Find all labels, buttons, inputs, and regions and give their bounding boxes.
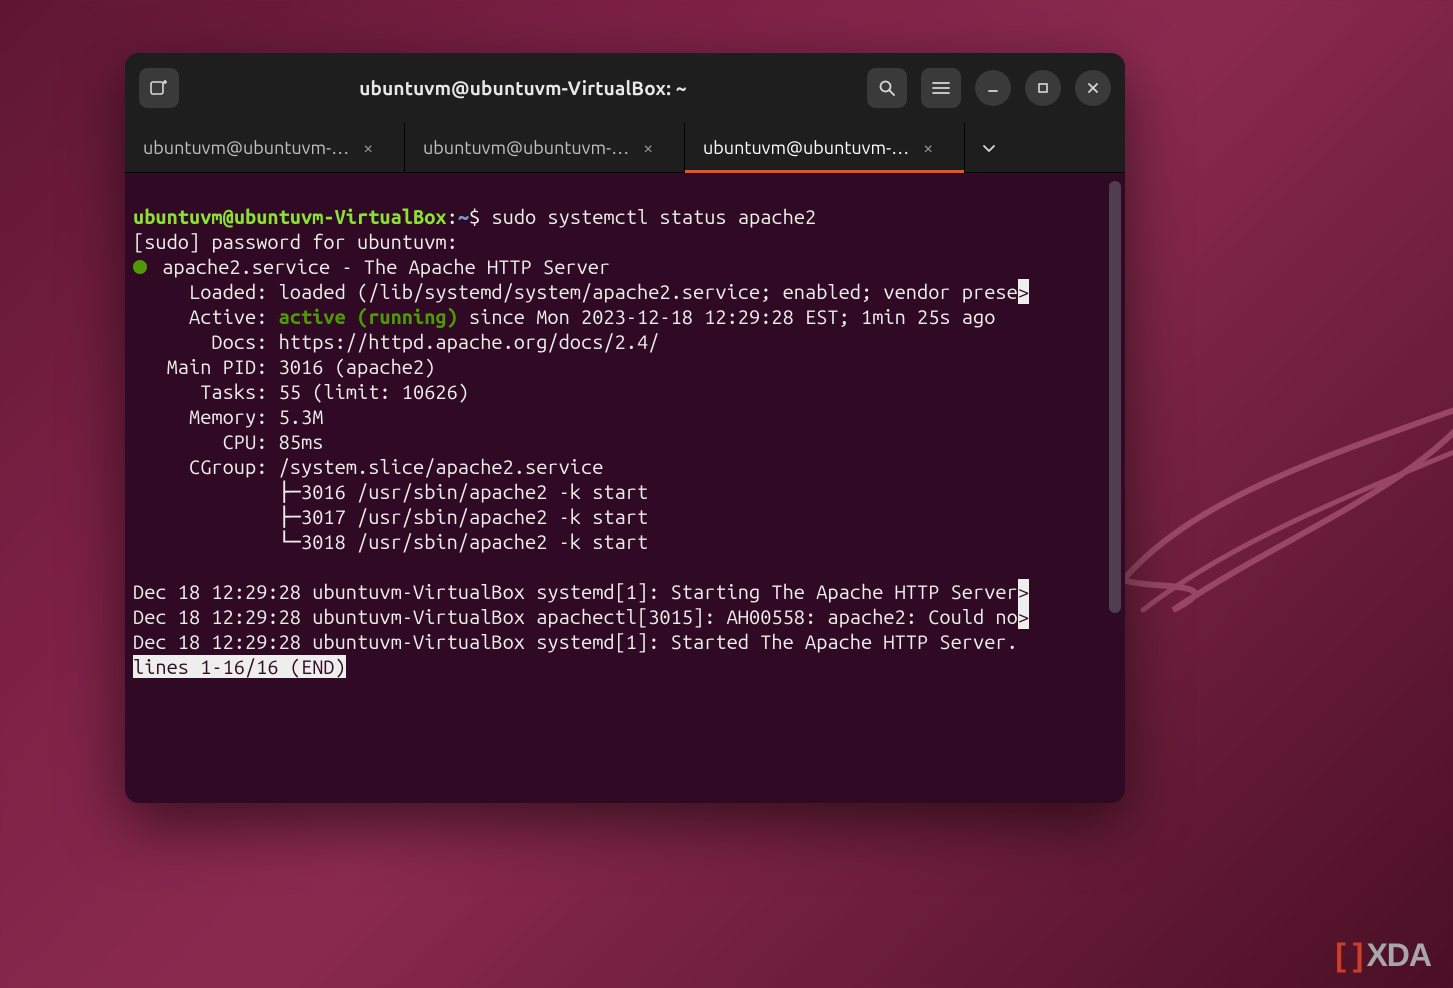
tab-close-button[interactable]: × bbox=[923, 138, 933, 158]
pager-status: lines 1-16/16 (END) bbox=[133, 655, 346, 678]
maximize-button[interactable] bbox=[1025, 70, 1061, 106]
minimize-icon bbox=[986, 81, 1000, 95]
titlebar: ubuntuvm@ubuntuvm-VirtualBox: ~ bbox=[125, 53, 1125, 123]
memory-line: Memory: 5.3M bbox=[133, 405, 323, 428]
watermark-bracket-icon: [ ] bbox=[1335, 937, 1362, 974]
status-dot-icon bbox=[133, 260, 147, 274]
service-header: apache2.service - The Apache HTTP Server bbox=[151, 255, 610, 278]
truncation-marker: > bbox=[1018, 279, 1029, 304]
hamburger-menu-button[interactable] bbox=[921, 68, 961, 108]
terminal-window: ubuntuvm@ubuntuvm-VirtualBox: ~ ubuntuvm… bbox=[125, 53, 1125, 803]
tab-overflow-button[interactable] bbox=[965, 123, 1013, 172]
process-line: └─3018 /usr/sbin/apache2 -k start bbox=[133, 530, 648, 553]
tab-label: ubuntuvm@ubuntuvm-… bbox=[703, 138, 909, 158]
cgroup-line: CGroup: /system.slice/apache2.service bbox=[133, 455, 603, 478]
truncation-marker: > bbox=[1018, 604, 1029, 629]
main-pid-line: Main PID: 3016 (apache2) bbox=[133, 355, 435, 378]
cpu-line: CPU: 85ms bbox=[133, 430, 323, 453]
minimize-button[interactable] bbox=[975, 70, 1011, 106]
tab-2[interactable]: ubuntuvm@ubuntuvm-… × bbox=[685, 123, 965, 172]
close-icon bbox=[1086, 81, 1100, 95]
close-button[interactable] bbox=[1075, 70, 1111, 106]
tab-1[interactable]: ubuntuvm@ubuntuvm-… × bbox=[405, 123, 685, 172]
sudo-password-prompt: [sudo] password for ubuntuvm: bbox=[133, 230, 458, 253]
search-icon bbox=[878, 79, 896, 97]
command-text: sudo systemctl status apache2 bbox=[491, 205, 816, 228]
log-line: Dec 18 12:29:28 ubuntuvm-VirtualBox syst… bbox=[133, 580, 1018, 603]
watermark: [ ] XDA bbox=[1335, 937, 1431, 974]
tab-label: ubuntuvm@ubuntuvm-… bbox=[423, 138, 629, 158]
chevron-down-icon bbox=[981, 140, 997, 156]
loaded-line: Loaded: loaded (/lib/systemd/system/apac… bbox=[133, 280, 1018, 303]
terminal-scrollbar[interactable] bbox=[1109, 181, 1121, 613]
prompt-path: ~ bbox=[458, 205, 469, 228]
watermark-text: XDA bbox=[1366, 937, 1431, 974]
terminal-text: ubuntuvm@ubuntuvm-VirtualBox:~$ sudo sys… bbox=[125, 173, 1125, 803]
tab-label: ubuntuvm@ubuntuvm-… bbox=[143, 138, 349, 158]
docs-line: Docs: https://httpd.apache.org/docs/2.4/ bbox=[133, 330, 659, 353]
tab-bar: ubuntuvm@ubuntuvm-… × ubuntuvm@ubuntuvm-… bbox=[125, 123, 1125, 173]
tab-close-button[interactable]: × bbox=[363, 138, 373, 158]
wallpaper-accent bbox=[1113, 380, 1453, 640]
log-line: Dec 18 12:29:28 ubuntuvm-VirtualBox apac… bbox=[133, 605, 1018, 628]
maximize-icon bbox=[1036, 81, 1050, 95]
tab-0[interactable]: ubuntuvm@ubuntuvm-… × bbox=[125, 123, 405, 172]
new-tab-button[interactable] bbox=[139, 68, 179, 108]
process-line: ├─3017 /usr/sbin/apache2 -k start bbox=[133, 505, 648, 528]
new-tab-icon bbox=[149, 78, 169, 98]
log-line: Dec 18 12:29:28 ubuntuvm-VirtualBox syst… bbox=[133, 630, 1018, 653]
active-status: active (running) bbox=[279, 305, 458, 328]
process-line: ├─3016 /usr/sbin/apache2 -k start bbox=[133, 480, 648, 503]
terminal-viewport[interactable]: ubuntuvm@ubuntuvm-VirtualBox:~$ sudo sys… bbox=[125, 173, 1125, 803]
tab-close-button[interactable]: × bbox=[643, 138, 653, 158]
prompt-user: ubuntuvm bbox=[133, 205, 223, 228]
tasks-line: Tasks: 55 (limit: 10626) bbox=[133, 380, 469, 403]
hamburger-icon bbox=[932, 81, 950, 95]
prompt-host: ubuntuvm-VirtualBox bbox=[234, 205, 447, 228]
window-title: ubuntuvm@ubuntuvm-VirtualBox: ~ bbox=[359, 77, 687, 99]
search-button[interactable] bbox=[867, 68, 907, 108]
truncation-marker: > bbox=[1018, 579, 1029, 604]
